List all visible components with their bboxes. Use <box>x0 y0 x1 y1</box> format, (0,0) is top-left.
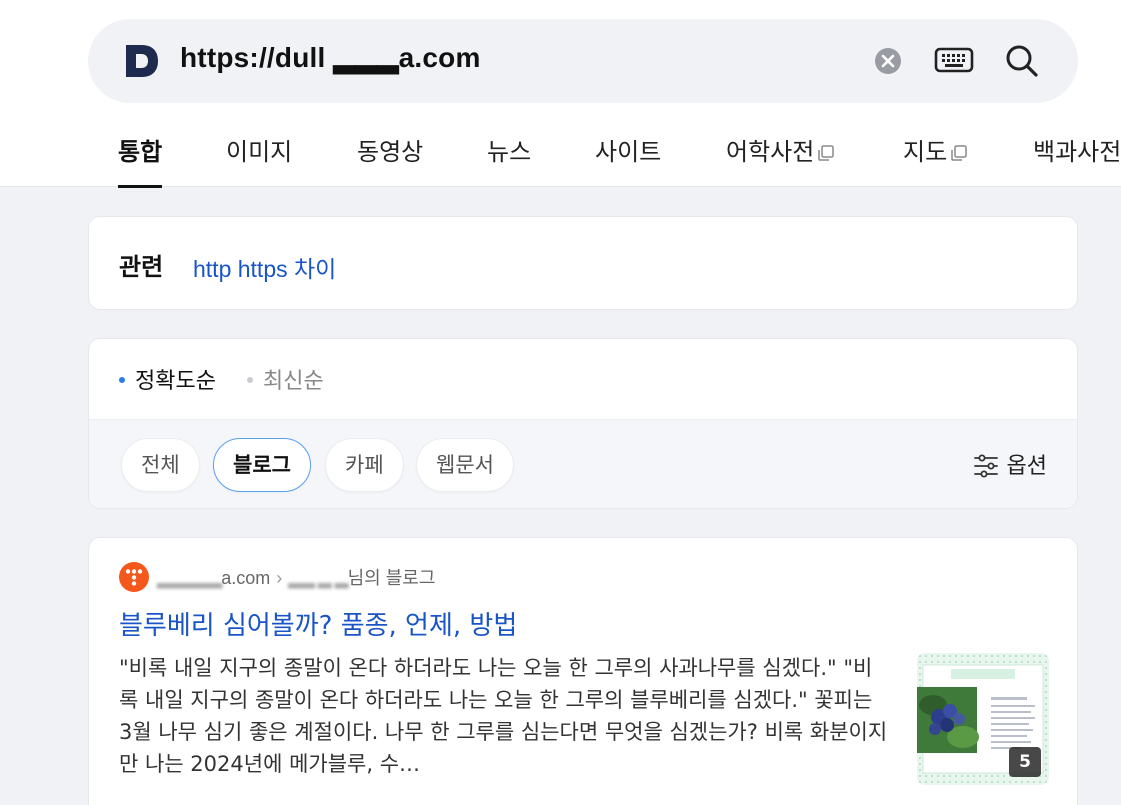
tab-all[interactable]: 통합 <box>118 132 163 188</box>
tab-dictionary-label: 어학사전 <box>726 138 815 166</box>
blog-owner-redacted: ▂▂ ▂ ▂ <box>288 568 348 588</box>
chip-cafe[interactable]: 카페 <box>325 438 404 492</box>
tab-sites[interactable]: 사이트 <box>595 132 661 167</box>
selected-dot-icon <box>119 377 125 383</box>
tab-map-label: 지도 <box>903 138 948 166</box>
image-count-badge: 5 <box>1009 747 1041 777</box>
tab-news[interactable]: 뉴스 <box>487 132 531 167</box>
chip-webdocs[interactable]: 웹문서 <box>416 438 514 492</box>
external-window-icon <box>818 145 835 161</box>
search-query[interactable]: https://dull ▂▂▂a.com <box>180 41 481 74</box>
result-source[interactable]: ▂▂▂▂▂a.com › ▂▂ ▂ ▂님의 블로그 <box>157 564 435 590</box>
source-domain-redacted: ▂▂▂▂▂ <box>157 568 222 588</box>
search-result: ▂▂▂▂▂a.com › ▂▂ ▂ ▂님의 블로그 블루베리 심어볼까? 품종, 언… <box>88 537 1078 805</box>
sort-latest[interactable]: 최신순 <box>247 363 324 395</box>
sort-row: 정확도순 최신순 <box>89 339 1077 419</box>
keyboard-icon[interactable] <box>934 44 974 76</box>
source-domain: a.com <box>221 568 271 588</box>
related-link[interactable]: http https 차이 <box>193 250 336 284</box>
options-button[interactable]: 옵션 <box>973 448 1047 480</box>
unselected-dot-icon <box>247 377 253 383</box>
related-label: 관련 <box>119 253 164 281</box>
filter-sliders-icon <box>973 454 998 478</box>
tab-dictionary[interactable]: 어학사전 <box>726 132 836 167</box>
result-title[interactable]: 블루베리 심어볼까? 품종, 언제, 방법 <box>119 605 517 642</box>
chevron-right-icon: › <box>276 568 283 588</box>
tab-map[interactable]: 지도 <box>903 132 969 167</box>
daum-logo-icon[interactable] <box>124 43 160 79</box>
result-description: "비록 내일 지구의 종말이 온다 하더라도 나는 오늘 한 그루의 사과나무를… <box>119 656 888 776</box>
category-chips: 전체 블로그 카페 웹문서 옵션 <box>89 419 1077 508</box>
chip-all[interactable]: 전체 <box>121 438 200 492</box>
chip-blog[interactable]: 블로그 <box>213 438 311 492</box>
tab-encyclopedia[interactable]: 백과사전 <box>1033 132 1121 167</box>
related-searches: 관련 http https 차이 <box>88 216 1078 310</box>
clear-icon[interactable] <box>874 47 902 75</box>
sort-accuracy[interactable]: 정확도순 <box>119 363 216 395</box>
filter-panel: 정확도순 최신순 전체 블로그 카페 웹문서 옵션 <box>88 338 1078 509</box>
blog-suffix: 님의 블로그 <box>347 568 436 588</box>
sort-accuracy-label: 정확도순 <box>135 369 216 394</box>
tab-videos[interactable]: 동영상 <box>357 132 423 167</box>
tistory-source-icon <box>119 562 149 592</box>
search-bar[interactable]: https://dull ▂▂▂a.com <box>88 19 1078 103</box>
result-thumbnail[interactable]: 5 <box>917 653 1049 785</box>
options-label: 옵션 <box>1006 454 1047 479</box>
sort-latest-label: 최신순 <box>263 369 324 394</box>
search-icon[interactable] <box>1004 43 1040 79</box>
search-tabs: 통합 이미지 동영상 뉴스 사이트 어학사전 지도 백과사전 <box>0 104 1121 188</box>
tab-images[interactable]: 이미지 <box>226 132 292 167</box>
external-window-icon <box>951 145 967 161</box>
header: https://dull ▂▂▂a.com 통합 이미지 동영상 뉴스 사이트 … <box>0 0 1121 188</box>
